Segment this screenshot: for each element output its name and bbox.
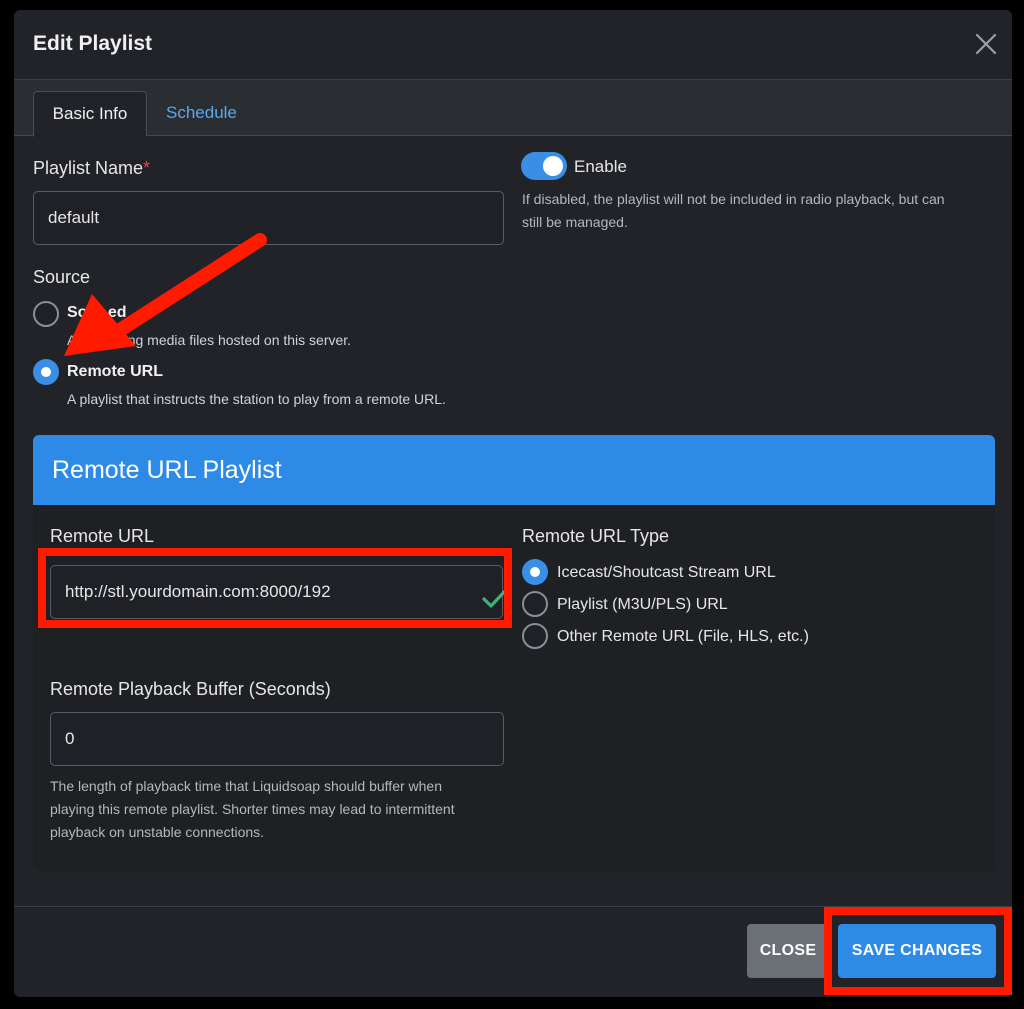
remote-url-field-wrap [50,565,508,619]
source-option-song-based-title: So R ed [67,304,127,321]
playlist-name-input[interactable] [33,191,504,245]
modal-title: Edit Playlist [33,32,153,55]
save-changes-button[interactable]: SAVE CHANGES [838,924,996,978]
source-option-remote-url-desc: A playlist that instructs the station to… [67,391,446,407]
type-option-playlist: Playlist (M3U/PLS) URL [557,596,728,613]
toggle-knob [543,156,563,176]
close-button[interactable]: CLOSE [747,924,829,978]
radio-dot [41,367,51,377]
type-radio-icecast[interactable] [522,559,548,585]
type-radio-other[interactable] [522,623,548,649]
buffer-help-line-1: The length of playback time that Liquids… [50,778,442,794]
footer-divider [14,906,1012,907]
tab-schedule[interactable]: Schedule [166,91,237,137]
enable-help-line-1: If disabled, the playlist will not be in… [522,191,945,207]
radio-dot [530,567,540,577]
remote-url-label: Remote URL [50,526,155,546]
source-option-remote-url-title: Remote URL [67,363,164,380]
source-label: Source [33,267,91,287]
modal-header: Edit Playlist [14,10,1012,80]
enable-help-line-2: still be managed. [522,214,628,230]
source-radio-song-based[interactable] [33,301,59,327]
type-option-other: Other Remote URL (File, HLS, etc.) [557,628,809,645]
tab-bar: Basic Info Schedule [14,80,1012,137]
edit-playlist-modal: Edit Playlist Basic Info Schedule Playli… [14,10,1012,997]
remote-url-playlist-panel: Remote URL Playlist Remote URL Remote UR… [33,435,995,871]
buffer-help-line-2: playing this remote playlist. Shorter ti… [50,801,455,817]
enable-toggle[interactable] [521,152,567,180]
playlist-name-label: Playlist Name* [33,158,150,179]
remote-url-type-label: Remote URL Type [522,526,670,546]
type-option-icecast: Icecast/Shoutcast Stream URL [557,564,776,581]
playlist-name-label-text: Playlist Name [33,158,144,178]
panel-title: Remote URL Playlist [52,456,282,484]
source-radio-remote-url[interactable] [33,359,59,385]
buffer-input[interactable] [50,712,504,766]
type-radio-playlist[interactable] [522,591,548,617]
buffer-help-line-3: playback on unstable connections. [50,824,265,840]
source-option-song-based-desc: A containing media files hosted on this … [67,332,352,348]
panel-header: Remote URL Playlist [33,435,995,505]
checkmark-icon [482,587,508,609]
required-marker: * [143,158,151,178]
tab-basic-info[interactable]: Basic Info [33,91,147,137]
enable-label: Enable [574,157,627,176]
remote-url-input[interactable] [50,565,503,619]
close-icon[interactable] [974,32,998,56]
buffer-label: Remote Playback Buffer (Seconds) [50,679,331,699]
